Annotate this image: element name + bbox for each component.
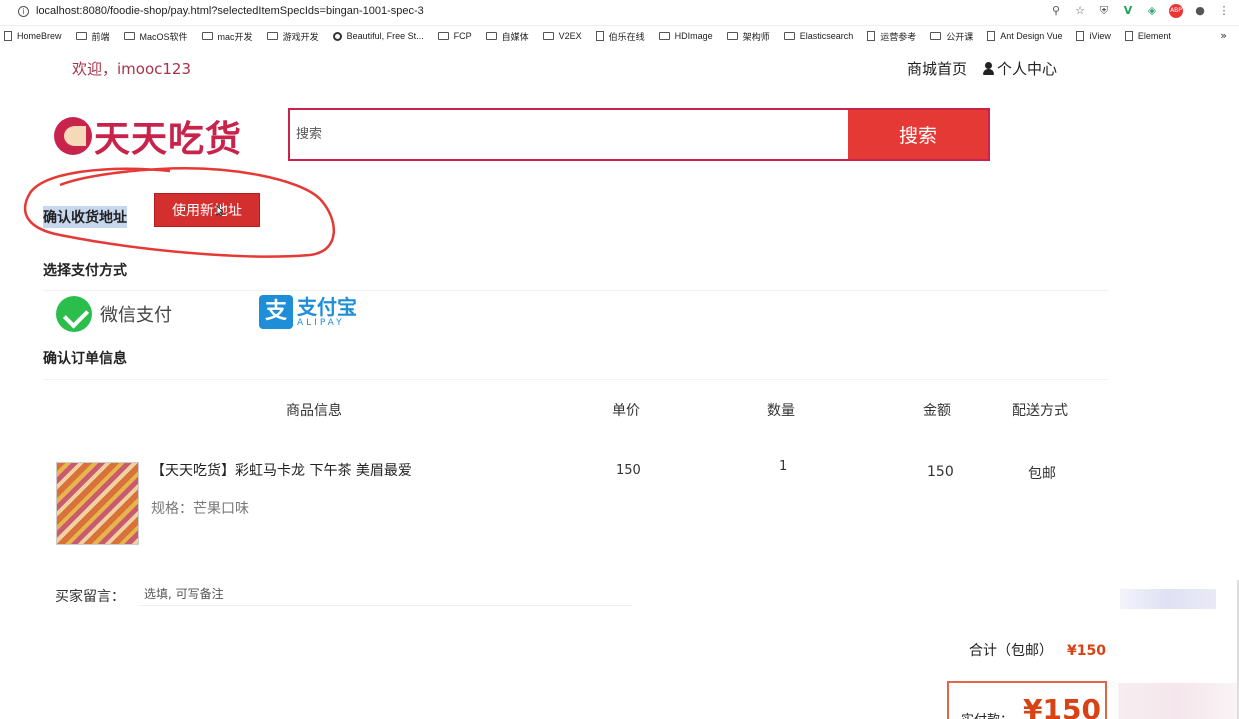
folder-icon bbox=[123, 32, 135, 40]
folder-icon bbox=[542, 32, 554, 40]
wechat-icon bbox=[56, 296, 92, 332]
home-link[interactable]: 商城首页 bbox=[907, 58, 967, 79]
remark-label: 买家留言： bbox=[55, 589, 125, 605]
top-nav: 商城首页 个人中心 bbox=[907, 58, 1057, 79]
folder-icon bbox=[726, 32, 738, 40]
product-spec: 规格：芒果口味 bbox=[151, 501, 249, 517]
divider bbox=[43, 379, 1108, 380]
alipay-en-label: ALIPAY bbox=[297, 318, 345, 328]
product-name[interactable]: 【天天吃货】彩虹马卡龙 下午茶 美眉最爱 bbox=[151, 460, 412, 480]
item-shipping: 包邮 bbox=[1028, 466, 1056, 482]
column-header-amount: 金额 bbox=[923, 403, 951, 419]
folder-icon bbox=[266, 32, 278, 40]
bookmark-item[interactable]: FCP bbox=[437, 31, 472, 41]
final-payment-value: ¥150 bbox=[1023, 693, 1101, 719]
doc-icon bbox=[987, 31, 996, 41]
blurred-overlay bbox=[1118, 683, 1239, 719]
info-icon[interactable]: i bbox=[18, 6, 29, 17]
item-quantity: 1 bbox=[779, 459, 788, 474]
url-text[interactable]: localhost:8080/foodie-shop/pay.html?sele… bbox=[36, 5, 424, 17]
final-payment-box: 实付款： ¥150 bbox=[947, 681, 1107, 719]
profile-icon[interactable]: ● bbox=[1193, 4, 1207, 18]
user-icon bbox=[982, 62, 994, 75]
extension-icon[interactable]: ◈ bbox=[1145, 4, 1159, 18]
doc-icon bbox=[595, 31, 604, 41]
bookmark-item[interactable]: mac开发 bbox=[201, 30, 253, 43]
folder-icon bbox=[201, 32, 213, 40]
welcome-text: 欢迎，imooc123 bbox=[72, 60, 192, 78]
divider bbox=[43, 290, 1108, 291]
doc-icon bbox=[4, 31, 12, 41]
bookmark-item[interactable]: 架构师 bbox=[726, 30, 770, 43]
bookmark-item[interactable]: 公开课 bbox=[930, 30, 973, 43]
bookmarks-bar: HomeBrew 前端 MacOS软件 mac开发 游戏开发 Beautiful… bbox=[0, 26, 1239, 46]
use-new-address-button[interactable]: 使用新地址 bbox=[154, 193, 260, 227]
doc-icon bbox=[867, 31, 876, 41]
doc-icon bbox=[1076, 31, 1085, 41]
mouse-cursor-icon bbox=[216, 205, 224, 217]
total-value: ¥150 bbox=[1067, 643, 1106, 659]
folder-icon bbox=[485, 32, 497, 40]
search-bar: 搜索 bbox=[288, 108, 990, 161]
user-center-link[interactable]: 个人中心 bbox=[982, 58, 1057, 79]
search-button[interactable]: 搜索 bbox=[848, 110, 988, 159]
browser-url-bar: i localhost:8080/foodie-shop/pay.html?se… bbox=[0, 0, 1239, 26]
column-header-price: 单价 bbox=[612, 403, 640, 419]
folder-icon bbox=[783, 32, 795, 40]
order-total: 合计（包邮） ¥150 bbox=[969, 640, 1106, 660]
bookmark-item[interactable]: 伯乐在线 bbox=[595, 30, 645, 43]
alipay-icon: 支 bbox=[259, 295, 293, 329]
user-center-label: 个人中心 bbox=[996, 60, 1057, 78]
bookmark-item[interactable]: 游戏开发 bbox=[266, 30, 319, 43]
zoom-icon[interactable]: ⚲ bbox=[1049, 4, 1063, 18]
bookmark-item[interactable]: MacOS软件 bbox=[123, 30, 188, 43]
bookmark-item[interactable]: iView bbox=[1076, 31, 1111, 41]
bookmark-item[interactable]: HDImage bbox=[658, 31, 713, 41]
search-input[interactable] bbox=[290, 110, 848, 159]
item-amount: 150 bbox=[927, 464, 954, 480]
bookmark-item[interactable]: Beautiful, Free St... bbox=[332, 31, 424, 41]
final-payment-label: 实付款： bbox=[961, 709, 1013, 719]
blurred-overlay bbox=[1120, 589, 1216, 609]
bookmark-item[interactable]: Elasticsearch bbox=[783, 31, 853, 41]
column-header-product: 商品信息 bbox=[286, 403, 342, 419]
bookmarks-overflow-button[interactable]: » bbox=[1220, 29, 1227, 42]
alipay-option[interactable]: 支 支付宝 ALIPAY bbox=[259, 295, 357, 329]
browser-toolbar-icons: ⚲ ☆ ⛨ V ◈ ABP ● ⋮ bbox=[1049, 4, 1231, 18]
bookmark-item[interactable]: 运营参考 bbox=[867, 30, 916, 43]
folder-icon bbox=[437, 32, 449, 40]
payment-section-title: 选择支付方式 bbox=[43, 263, 127, 279]
total-label: 合计（包邮） bbox=[969, 643, 1054, 659]
logo-mark-icon bbox=[54, 117, 92, 155]
folder-icon bbox=[930, 32, 942, 40]
site-logo[interactable]: 天天吃货 bbox=[54, 110, 250, 162]
bookmark-item[interactable]: Element bbox=[1124, 31, 1171, 41]
bookmark-item[interactable]: V2EX bbox=[542, 31, 582, 41]
column-header-shipping: 配送方式 bbox=[1012, 403, 1068, 419]
folder-icon bbox=[75, 32, 87, 40]
star-icon[interactable]: ☆ bbox=[1073, 4, 1087, 18]
folder-icon bbox=[658, 32, 670, 40]
bookmark-item[interactable]: 自媒体 bbox=[485, 30, 529, 43]
menu-icon[interactable]: ⋮ bbox=[1217, 4, 1231, 18]
wechat-pay-option[interactable]: 微信支付 bbox=[56, 296, 172, 332]
bookmark-item[interactable]: Ant Design Vue bbox=[987, 31, 1062, 41]
alipay-label: 支付宝 bbox=[297, 295, 357, 319]
bookmark-item[interactable]: 前端 bbox=[75, 30, 110, 43]
column-header-quantity: 数量 bbox=[767, 403, 795, 419]
doc-icon bbox=[1124, 31, 1133, 41]
order-section-title: 确认订单信息 bbox=[43, 351, 127, 367]
vue-devtools-icon[interactable]: V bbox=[1121, 4, 1135, 18]
item-price: 150 bbox=[616, 463, 641, 478]
bookmark-item[interactable]: HomeBrew bbox=[4, 31, 62, 41]
abp-icon[interactable]: ABP bbox=[1169, 4, 1183, 18]
logo-text: 天天吃货 bbox=[94, 118, 243, 160]
wechat-pay-label: 微信支付 bbox=[100, 305, 172, 326]
address-section-title: 确认收货地址 bbox=[43, 206, 127, 228]
site-icon bbox=[332, 31, 342, 41]
shield-icon[interactable]: ⛨ bbox=[1097, 4, 1111, 18]
product-image[interactable] bbox=[56, 462, 139, 545]
remark-input[interactable] bbox=[138, 582, 632, 606]
